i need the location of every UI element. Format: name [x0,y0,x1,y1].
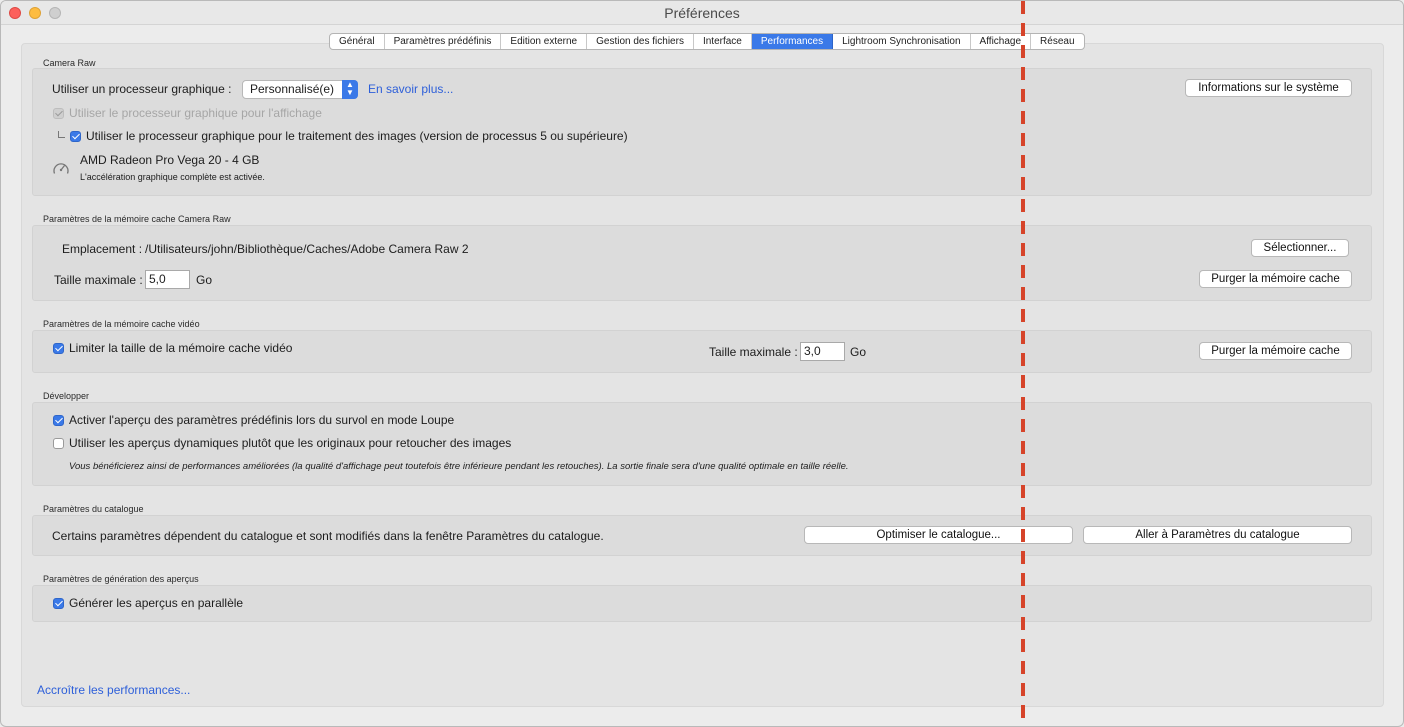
video-cache-max-input[interactable]: 3,0 [800,342,845,361]
tab-interface[interactable]: Interface [694,34,752,49]
cache-location-path: /Utilisateurs/john/Bibliothèque/Caches/A… [145,242,469,256]
purge-cache-button[interactable]: Purger la mémoire cache [1199,270,1352,288]
parallel-previews-label: Générer les aperçus en parallèle [69,596,244,610]
cache-section-title: Paramètres de la mémoire cache Camera Ra… [43,214,231,224]
camera-raw-section-title: Camera Raw [43,58,96,68]
catalog-description: Certains paramètres dépendent du catalog… [52,529,604,543]
cache-location-label: Emplacement : [62,242,143,256]
gpu-mode-value: Personnalisé(e) [250,82,335,96]
purge-video-cache-button[interactable]: Purger la mémoire cache [1199,342,1352,360]
preset-preview-label: Activer l'aperçu des paramètres prédéfin… [69,413,455,427]
smart-previews-checkbox[interactable] [53,438,64,449]
cache-max-input[interactable]: 5,0 [145,270,190,289]
improve-performance-link[interactable]: Accroître les performances... [37,683,190,697]
video-cache-section-title: Paramètres de la mémoire cache vidéo [43,319,200,329]
video-cache-max-label: Taille maximale : [709,345,798,359]
gpu-processing-checkbox[interactable] [70,131,81,142]
optimize-catalog-button[interactable]: Optimiser le catalogue... [804,526,1073,544]
gpu-status: L'accélération graphique complète est ac… [80,172,265,182]
tab-bar: Général Paramètres prédéfinis Edition ex… [329,33,1085,50]
cache-unit: Go [196,273,213,287]
gpu-name: AMD Radeon Pro Vega 20 - 4 GB [80,153,260,167]
develop-section-title: Développer [43,391,90,401]
tree-connector [58,131,65,138]
select-cache-location-button[interactable]: Sélectionner... [1251,239,1349,257]
tab-presets[interactable]: Paramètres prédéfinis [385,34,502,49]
parallel-previews-checkbox[interactable] [53,598,64,609]
gpu-mode-select[interactable]: Personnalisé(e) ▲ ▼ [242,80,358,99]
preset-preview-checkbox[interactable] [53,415,64,426]
video-cache-unit: Go [850,345,867,359]
gpu-processing-label: Utiliser le processeur graphique pour le… [86,129,628,143]
smart-previews-label: Utiliser les aperçus dynamiques plutôt q… [69,436,512,450]
gpu-display-label: Utiliser le processeur graphique pour l'… [69,106,322,120]
cache-box [32,225,1372,301]
title-bar: Préférences [1,1,1403,25]
gauge-icon [53,163,69,174]
preferences-window: Préférences Général Paramètres prédéfini… [0,0,1404,727]
chevron-updown-icon: ▲ ▼ [342,80,358,99]
system-info-button[interactable]: Informations sur le système [1185,79,1352,97]
limit-video-cache-checkbox[interactable] [53,343,64,354]
limit-video-cache-label: Limiter la taille de la mémoire cache vi… [69,341,293,355]
tab-general[interactable]: Général [330,34,385,49]
tab-network[interactable]: Réseau [1031,34,1083,49]
goto-catalog-settings-button[interactable]: Aller à Paramètres du catalogue [1083,526,1352,544]
window-title: Préférences [664,5,740,21]
previews-section-title: Paramètres de génération des aperçus [43,574,199,584]
catalog-section-title: Paramètres du catalogue [43,504,144,514]
tab-file-handling[interactable]: Gestion des fichiers [587,34,694,49]
learn-more-link[interactable]: En savoir plus... [368,82,453,96]
gpu-display-checkbox [53,108,64,119]
gpu-label: Utiliser un processeur graphique : [52,82,232,96]
tab-lightroom-sync[interactable]: Lightroom Synchronisation [833,34,971,49]
annotation-dashed-line [1021,1,1025,726]
cache-max-label: Taille maximale : [54,273,143,287]
tab-performance[interactable]: Performances [751,34,834,49]
tab-external-editing[interactable]: Edition externe [501,34,588,49]
smart-previews-note: Vous bénéficierez ainsi de performances … [69,461,849,472]
